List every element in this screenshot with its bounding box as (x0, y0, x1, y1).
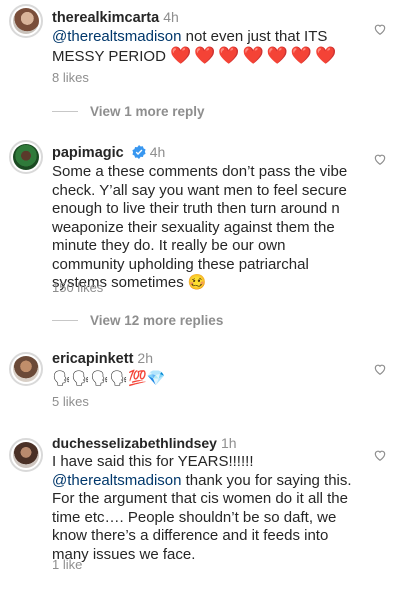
username[interactable]: therealkimcarta 4h (52, 9, 179, 26)
username[interactable]: ericapinkett 2h (52, 350, 153, 367)
like-heart-icon[interactable] (373, 152, 387, 166)
mention-link[interactable]: @therealtsmadison (52, 28, 181, 45)
comment-text: Some a these comments don’t pass the vib… (52, 163, 348, 291)
avatar[interactable] (9, 438, 43, 472)
emoji-row: 🗣🗣🗣🗣💯💎 (52, 370, 166, 387)
timestamp: 1h (220, 435, 237, 451)
woozy-emoji: 🥴 (187, 274, 207, 291)
divider-line (52, 320, 78, 321)
username[interactable]: duchesselizabethlindsey 1h (52, 435, 237, 451)
heart-emojis: ❤️❤️❤️❤️❤️❤️❤️ (170, 45, 340, 65)
mention-link[interactable]: @therealtsmadison (52, 472, 181, 489)
comment-text: I have said this for YEARS!!!!!! @therea… (52, 453, 352, 563)
likes-count[interactable]: 5 likes (52, 394, 89, 409)
view-replies-button[interactable]: View 12 more replies (52, 313, 223, 328)
divider-line (52, 111, 78, 112)
like-heart-icon[interactable] (373, 22, 387, 36)
verified-badge-icon (132, 145, 146, 159)
comment-text: 🗣🗣🗣🗣💯💎 (52, 370, 352, 389)
like-heart-icon[interactable] (373, 362, 387, 376)
likes-count[interactable]: 1 like (52, 557, 82, 572)
like-heart-icon[interactable] (373, 448, 387, 462)
likes-count[interactable]: 150 likes (52, 280, 103, 295)
username[interactable]: papimagic 4h (52, 144, 165, 161)
avatar[interactable] (9, 352, 43, 386)
avatar[interactable] (9, 4, 43, 38)
timestamp: 4h (149, 144, 166, 160)
timestamp: 2h (137, 350, 153, 366)
view-replies-button[interactable]: View 1 more reply (52, 104, 205, 119)
likes-count[interactable]: 8 likes (52, 70, 89, 85)
timestamp: 4h (163, 9, 179, 25)
comment-text: @therealtsmadison not even just that ITS… (52, 28, 340, 65)
avatar[interactable] (9, 140, 43, 174)
